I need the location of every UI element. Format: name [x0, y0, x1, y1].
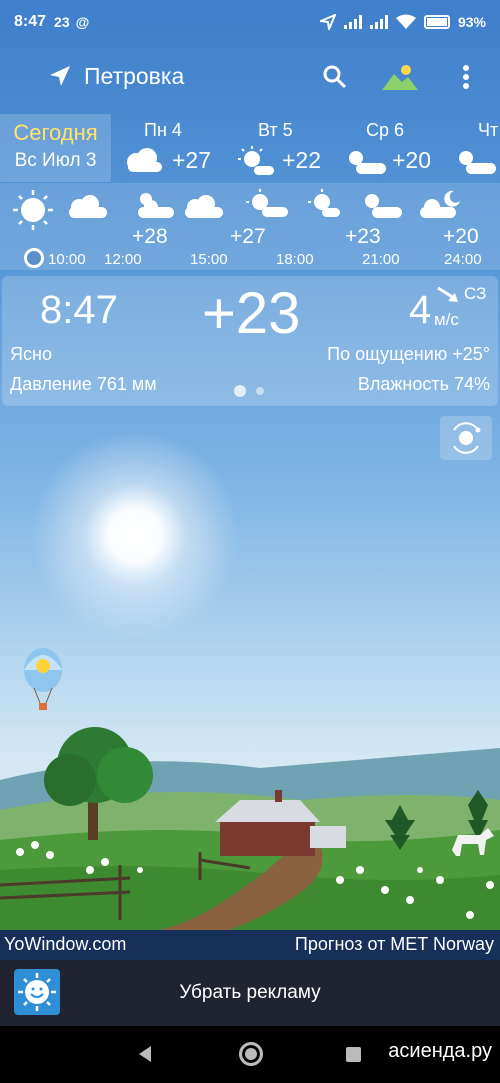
wind-direction-icon [437, 286, 458, 302]
day-temp: +22 [282, 147, 322, 173]
hour-label: 21:00 [362, 251, 400, 268]
condition-text: Ясно [10, 344, 52, 364]
sun-cloud-icon [365, 194, 402, 218]
more-menu-icon[interactable] [456, 64, 476, 90]
hour-temp: +20 [443, 225, 479, 248]
day-name: Вт 5 [258, 120, 293, 140]
navigation-bar: асиенда.ру [0, 1026, 500, 1083]
day-temp: +27 [172, 147, 212, 173]
wifi-icon [395, 14, 416, 29]
day-today[interactable]: Сегодня Вс Июл 3 [0, 114, 111, 182]
signal-icon-2 [369, 15, 388, 29]
day-item[interactable]: Вт 5 +22 [238, 114, 338, 182]
sun-cloud-icon [308, 189, 340, 217]
today-date: Вс Июл 3 [14, 150, 97, 171]
cloud-icon [127, 148, 162, 172]
page-dot-active [234, 385, 246, 397]
sun-orbit-icon [453, 422, 481, 454]
remove-ads-label: Убрать рекламу [179, 982, 321, 1003]
today-label: Сегодня [13, 120, 98, 145]
watermark: асиенда.ру [388, 1040, 492, 1062]
moon-cloud-icon [420, 190, 460, 218]
hour-temp: +28 [132, 225, 168, 248]
landscape-icon[interactable] [382, 62, 418, 92]
day-temp: +20 [392, 147, 432, 173]
hour-temp: +27 [230, 225, 266, 248]
day-name: Ср 6 [366, 120, 405, 140]
hour-temp: +23 [345, 225, 381, 248]
page-dot [256, 387, 264, 395]
hour-label: 18:00 [276, 251, 314, 268]
day-item[interactable]: Чт [454, 114, 500, 182]
sun-icon [13, 190, 53, 230]
home-icon[interactable] [239, 1042, 263, 1066]
current-temp: +23 [202, 281, 301, 346]
at-icon: @ [75, 14, 90, 30]
search-icon[interactable] [322, 64, 348, 90]
app-bar: Петровка [0, 52, 500, 100]
hour-label: 10:00 [48, 251, 86, 268]
wind-speed: 4 [409, 288, 432, 332]
sun-cloud-icon [246, 189, 288, 217]
battery-level: 93% [457, 14, 486, 30]
daily-forecast: Сегодня Вс Июл 3 Пн 4 +27 Вт 5 +22 Ср 6 … [0, 114, 500, 182]
battery-icon [423, 15, 450, 29]
status-bar: 8:47 23 @ 93% [0, 0, 500, 44]
sun-cloud-icon [459, 151, 496, 174]
signal-icon [343, 15, 362, 29]
wind-direction: СЗ [464, 284, 487, 303]
hour-label: 24:00 [444, 251, 482, 268]
current-conditions-panel[interactable]: 8:47 +23 4 СЗ м/с Ясно По ощущению +25° … [2, 276, 498, 406]
sun-cloud-icon [138, 193, 174, 218]
hour-label: 15:00 [190, 251, 228, 268]
wind-unit: м/с [434, 310, 459, 329]
remove-ads-bar[interactable]: Убрать рекламу [0, 960, 500, 1026]
location-arrow-icon [319, 14, 336, 30]
hour-label: 12:00 [104, 251, 142, 268]
credits-bar: YoWindow.com Прогноз от MET Norway [0, 930, 500, 960]
city-name[interactable]: Петровка [84, 63, 184, 90]
forecast-source[interactable]: Прогноз от MET Norway [295, 934, 494, 955]
feels-like: По ощущению +25° [327, 344, 490, 364]
sun-position-button[interactable] [440, 416, 492, 460]
day-item[interactable]: Пн 4 +27 [122, 114, 232, 182]
current-time-marker[interactable] [24, 248, 44, 268]
humidity: Влажность 74% [357, 374, 490, 394]
back-icon[interactable] [137, 1045, 153, 1063]
page-indicator [234, 385, 264, 397]
sun-cloud-icon [349, 151, 386, 174]
recents-icon[interactable] [346, 1047, 361, 1062]
yowindow-link[interactable]: YoWindow.com [4, 934, 126, 955]
current-time: 8:47 [40, 288, 118, 332]
day-item[interactable]: Ср 6 +20 [344, 114, 444, 182]
sun-cloud-icon [238, 146, 274, 175]
status-time: 8:47 [14, 13, 47, 30]
day-name: Чт [478, 120, 499, 140]
location-icon[interactable] [48, 64, 72, 88]
day-name: Пн 4 [144, 120, 182, 140]
cloud-icon [69, 195, 107, 218]
hourly-forecast[interactable]: +28 +27 +23 +20 10:00 12:00 15:00 18:00 … [0, 183, 500, 270]
landscape-scene [0, 727, 500, 930]
sun [30, 430, 240, 640]
cloud-icon [185, 195, 223, 218]
notification-temp: 23 [54, 14, 70, 30]
pressure: Давление 761 мм [10, 374, 157, 394]
